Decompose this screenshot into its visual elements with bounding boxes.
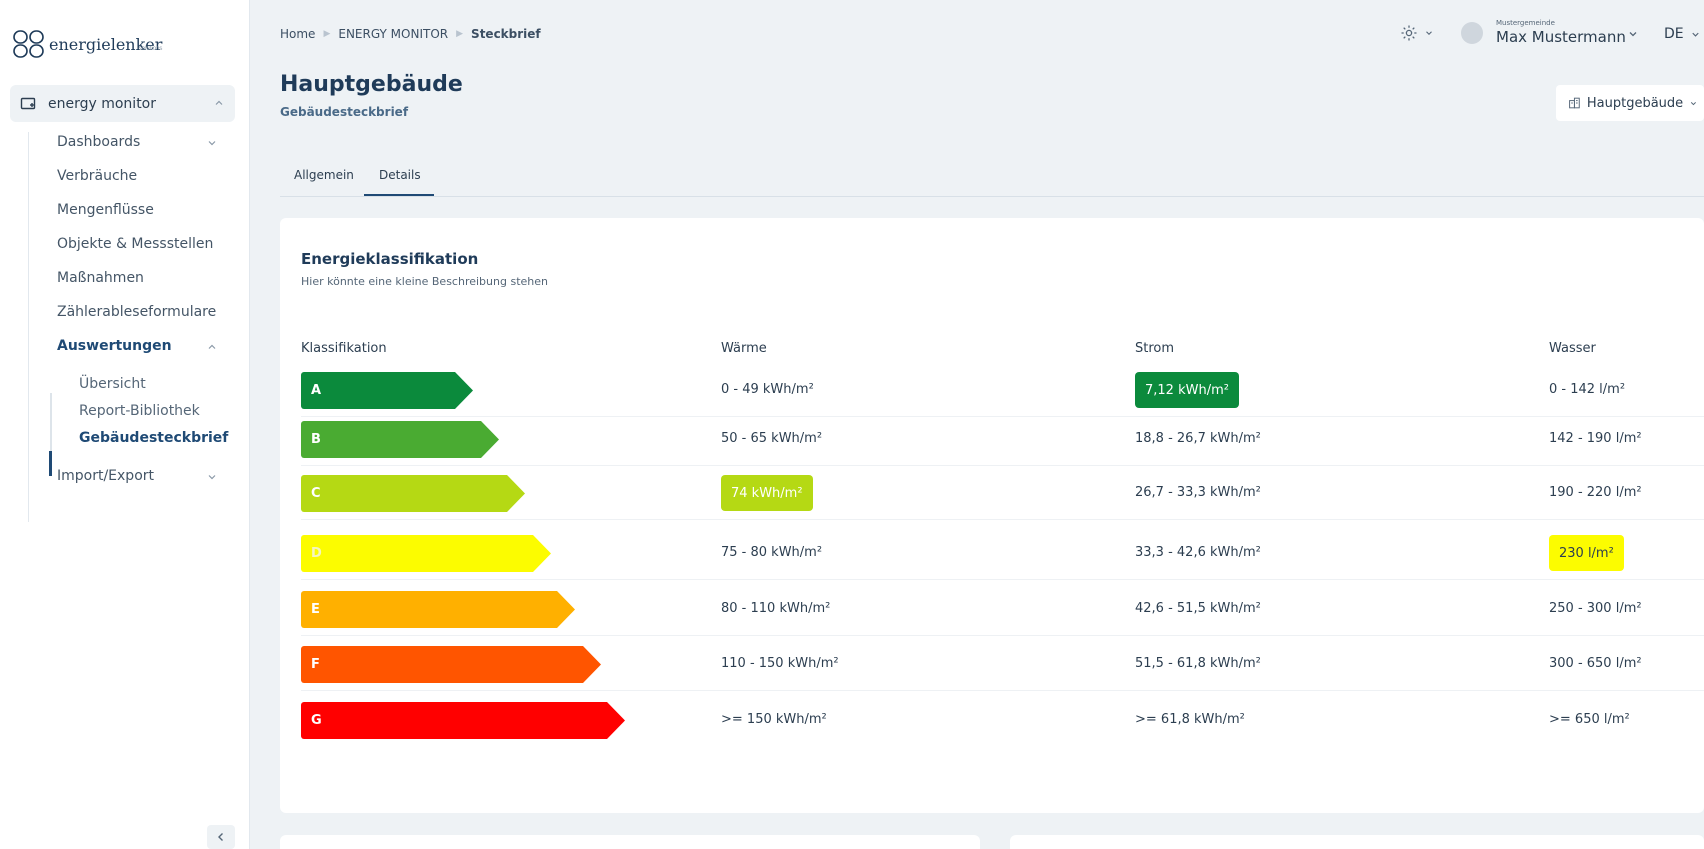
breadcrumb-separator-icon: ▶ xyxy=(456,29,464,39)
collapse-sidebar-button[interactable] xyxy=(207,825,235,849)
monitor-icon xyxy=(20,97,36,109)
brand-logo[interactable]: energielenker solutions xyxy=(12,27,162,61)
card-title: Energieklassifikation xyxy=(301,250,479,268)
tab-details[interactable]: Details xyxy=(379,168,421,182)
sidebar-item-dashboards[interactable]: Dashboards xyxy=(57,134,140,150)
waerme-value: 75 - 80 kWh/m² xyxy=(721,545,823,560)
building-select-value: Hauptgebäude xyxy=(1586,95,1684,111)
avatar[interactable] xyxy=(1461,22,1483,44)
sidebar-subitem-uebersicht[interactable]: Übersicht xyxy=(79,376,146,392)
waerme-value: >= 150 kWh/m² xyxy=(721,712,827,727)
chevron-down-icon[interactable] xyxy=(206,137,218,149)
bottom-card-left xyxy=(280,835,980,849)
strom-value: 26,7 - 33,3 kWh/m² xyxy=(1135,485,1261,500)
chevron-left-icon xyxy=(218,833,223,841)
strom-value: 33,3 - 42,6 kWh/m² xyxy=(1135,545,1261,560)
module-selector[interactable]: energy monitor xyxy=(10,85,235,122)
chevron-down-icon[interactable] xyxy=(1424,28,1434,38)
user-name[interactable]: Max Mustermann xyxy=(1496,28,1626,46)
table-row: B 50 - 65 kWh/m² 18,8 - 26,7 kWh/m² 142 - 1… xyxy=(301,414,1704,466)
classification-card: Energieklassifikation Hier könnte eine k… xyxy=(280,218,1704,813)
chevron-down-icon[interactable] xyxy=(1627,28,1639,40)
waerme-value: 80 - 110 kWh/m² xyxy=(721,601,831,616)
table-row: E 80 - 110 kWh/m² 42,6 - 51,5 kWh/m² 250 - … xyxy=(301,584,1704,636)
table-row: D 75 - 80 kWh/m² 33,3 - 42,6 kWh/m² 230 l/m… xyxy=(301,528,1704,580)
chevron-up-icon xyxy=(215,100,223,105)
submenu-active-indicator xyxy=(49,451,52,476)
breadcrumb-home[interactable]: Home xyxy=(280,27,315,41)
building-select[interactable]: Hauptgebäude xyxy=(1556,85,1704,121)
tab-bar: Allgemein Details xyxy=(280,162,1704,197)
energy-class-arrow: F xyxy=(301,646,601,683)
tab-allgemein[interactable]: Allgemein xyxy=(294,168,354,182)
breadcrumb: Home ▶ ENERGY MONITOR ▶ Steckbrief xyxy=(280,27,541,41)
chevron-down-icon[interactable] xyxy=(1690,29,1701,40)
active-tab-indicator xyxy=(364,194,434,196)
strom-value: 42,6 - 51,5 kWh/m² xyxy=(1135,601,1261,616)
language-selector[interactable]: DE xyxy=(1664,26,1684,42)
sidebar-subitem-report-bibliothek[interactable]: Report-Bibliothek xyxy=(79,403,200,419)
card-description: Hier könnte eine kleine Beschreibung ste… xyxy=(301,275,548,288)
nav-divider xyxy=(28,132,29,522)
energy-class-arrow: A xyxy=(301,372,473,409)
strom-value-highlight: 7,12 kWh/m² xyxy=(1135,372,1239,408)
strom-value: >= 61,8 kWh/m² xyxy=(1135,712,1245,727)
page-subtitle: Gebäudesteckbrief xyxy=(280,105,409,119)
table-row: C 74 kWh/m² 26,7 - 33,3 kWh/m² 190 - 220 l/… xyxy=(301,468,1704,520)
energy-class-arrow: B xyxy=(301,421,499,458)
breadcrumb-energy-monitor[interactable]: ENERGY MONITOR xyxy=(338,27,448,41)
sidebar-item-zaehlerableseformulare[interactable]: Zählerableseformulare xyxy=(57,304,216,320)
table-row: A 0 - 49 kWh/m² 7,12 kWh/m² 0 - 142 l/m² xyxy=(301,365,1704,417)
energy-class-arrow: D xyxy=(301,535,551,572)
table-row: G >= 150 kWh/m² >= 61,8 kWh/m² >= 650 l/m² xyxy=(301,695,1704,747)
logo-icon xyxy=(13,30,44,58)
wasser-value: 300 - 650 l/m² xyxy=(1549,656,1642,671)
strom-value: 51,5 - 61,8 kWh/m² xyxy=(1135,656,1261,671)
waerme-value: 110 - 150 kWh/m² xyxy=(721,656,839,671)
wasser-value: 0 - 142 l/m² xyxy=(1549,382,1626,397)
bottom-card-right xyxy=(1010,835,1704,849)
waerme-value: 50 - 65 kWh/m² xyxy=(721,431,823,446)
brand-tagline: solutions xyxy=(138,46,163,52)
wasser-value: 250 - 300 l/m² xyxy=(1549,601,1642,616)
breadcrumb-separator-icon: ▶ xyxy=(323,29,331,39)
module-label: energy monitor xyxy=(48,95,157,112)
sidebar-item-objekte-messstellen[interactable]: Objekte & Messstellen xyxy=(57,236,213,252)
sidebar-subitem-gebaeudesteckbrief[interactable]: Gebäudesteckbrief xyxy=(79,430,228,446)
wasser-value-highlight: 230 l/m² xyxy=(1549,535,1624,571)
sidebar-item-import-export[interactable]: Import/Export xyxy=(57,468,154,484)
strom-value: 18,8 - 26,7 kWh/m² xyxy=(1135,431,1261,446)
wasser-value: 142 - 190 l/m² xyxy=(1549,431,1642,446)
chevron-down-icon[interactable] xyxy=(206,471,218,483)
chevron-down-icon xyxy=(1691,101,1697,105)
wasser-value: >= 650 l/m² xyxy=(1549,712,1630,727)
building-icon xyxy=(1569,97,1580,109)
sidebar-item-massnahmen[interactable]: Maßnahmen xyxy=(57,270,144,286)
energy-class-arrow: E xyxy=(301,591,575,628)
column-header-strom: Strom xyxy=(1135,341,1175,356)
column-header-klassifikation: Klassifikation xyxy=(301,341,387,356)
sidebar: energielenker solutions energy monitor D… xyxy=(0,0,250,849)
sidebar-item-mengenfluesse[interactable]: Mengenflüsse xyxy=(57,202,154,218)
wasser-value: 190 - 220 l/m² xyxy=(1549,485,1642,500)
organization-name: Mustergemeinde xyxy=(1496,19,1555,27)
page-title: Hauptgebäude xyxy=(280,72,463,97)
breadcrumb-current: Steckbrief xyxy=(471,27,541,41)
column-header-wasser: Wasser xyxy=(1549,341,1596,356)
column-header-waerme: Wärme xyxy=(721,341,767,356)
sidebar-item-verbraeuche[interactable]: Verbräuche xyxy=(57,168,137,184)
waerme-value: 0 - 49 kWh/m² xyxy=(721,382,814,397)
chevron-up-icon[interactable] xyxy=(206,341,218,353)
energy-class-arrow: C xyxy=(301,475,525,512)
waerme-value-highlight: 74 kWh/m² xyxy=(721,475,813,511)
gear-icon[interactable] xyxy=(1400,24,1418,42)
energy-class-arrow: G xyxy=(301,702,625,739)
sidebar-item-auswertungen[interactable]: Auswertungen xyxy=(57,338,172,354)
table-row: F 110 - 150 kWh/m² 51,5 - 61,8 kWh/m² 300 -… xyxy=(301,639,1704,691)
